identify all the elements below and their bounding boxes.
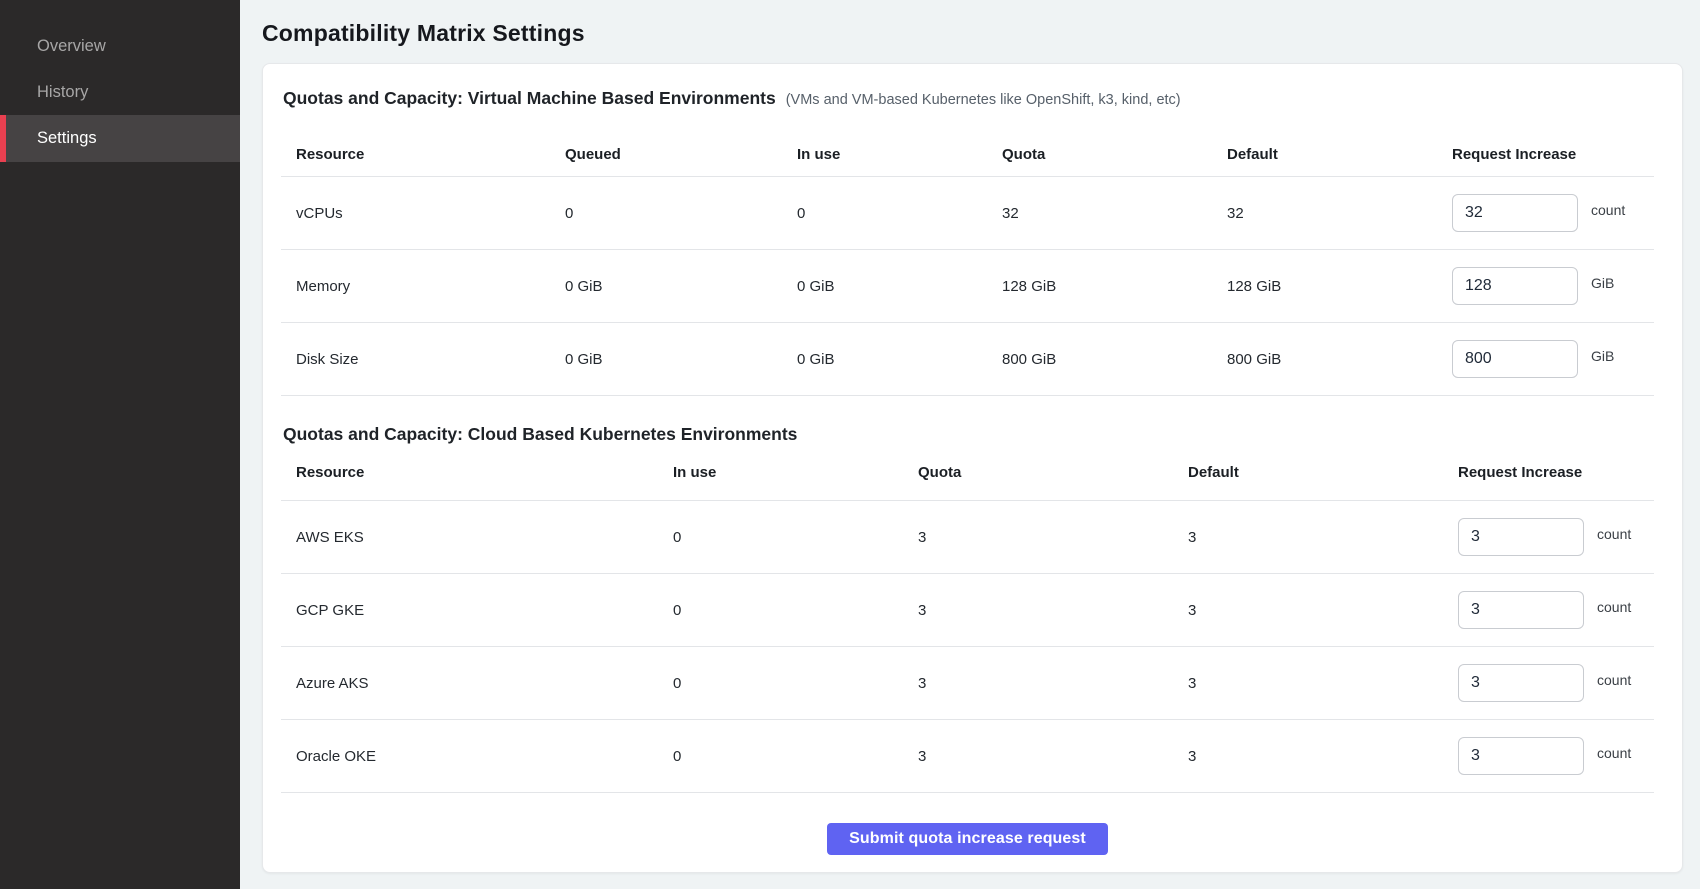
cell-resource: Azure AKS bbox=[281, 647, 658, 719]
column-header-default: Default bbox=[1173, 445, 1443, 500]
cell-queued: 0 GiB bbox=[550, 250, 782, 322]
sidebar-item-label: History bbox=[37, 83, 88, 102]
column-header-request-increase: Request Increase bbox=[1443, 445, 1654, 500]
section-subtitle: (VMs and VM-based Kubernetes like OpenSh… bbox=[786, 92, 1181, 108]
sidebar-item-label: Overview bbox=[37, 37, 106, 56]
cell-in-use: 0 bbox=[658, 647, 903, 719]
table-row-gcp-gke: GCP GKE 0 3 3 count bbox=[281, 574, 1654, 647]
sidebar-item-settings[interactable]: Settings bbox=[0, 115, 240, 162]
table-row-vcpus: vCPUs 0 0 32 32 count bbox=[281, 177, 1654, 250]
cell-resource: GCP GKE bbox=[281, 574, 658, 646]
cell-in-use: 0 bbox=[658, 720, 903, 792]
cell-in-use: 0 bbox=[782, 177, 987, 249]
table-row-disk-size: Disk Size 0 GiB 0 GiB 800 GiB 800 GiB Gi… bbox=[281, 323, 1654, 396]
cell-default: 3 bbox=[1173, 574, 1443, 646]
sidebar: Overview History Settings bbox=[0, 0, 240, 889]
request-increase-input-azure-aks[interactable] bbox=[1458, 664, 1584, 702]
main-content: Compatibility Matrix Settings Quotas and… bbox=[240, 0, 1700, 889]
column-header-quota: Quota bbox=[903, 445, 1173, 500]
section-title: Quotas and Capacity: Virtual Machine Bas… bbox=[283, 88, 776, 109]
table-header-row: Resource In use Quota Default Request In… bbox=[281, 445, 1654, 501]
column-header-request-increase: Request Increase bbox=[1437, 109, 1654, 176]
request-increase-input-memory[interactable] bbox=[1452, 267, 1578, 305]
cell-default: 3 bbox=[1173, 501, 1443, 573]
column-header-queued: Queued bbox=[550, 109, 782, 176]
request-increase-input-disk-size[interactable] bbox=[1452, 340, 1578, 378]
table-row-aws-eks: AWS EKS 0 3 3 count bbox=[281, 501, 1654, 574]
cell-default: 128 GiB bbox=[1212, 250, 1437, 322]
table-row-oracle-oke: Oracle OKE 0 3 3 count bbox=[281, 720, 1654, 793]
table-row-azure-aks: Azure AKS 0 3 3 count bbox=[281, 647, 1654, 720]
cell-queued: 0 bbox=[550, 177, 782, 249]
cell-resource: vCPUs bbox=[281, 177, 550, 249]
cell-quota: 3 bbox=[903, 501, 1173, 573]
section-cloud-kubernetes: Quotas and Capacity: Cloud Based Kuberne… bbox=[281, 424, 1654, 793]
request-increase-input-gcp-gke[interactable] bbox=[1458, 591, 1584, 629]
unit-label: count bbox=[1591, 202, 1625, 218]
request-increase-input-oracle-oke[interactable] bbox=[1458, 737, 1584, 775]
cell-resource: Oracle OKE bbox=[281, 720, 658, 792]
cell-default: 3 bbox=[1173, 720, 1443, 792]
column-header-default: Default bbox=[1212, 109, 1437, 176]
column-header-resource: Resource bbox=[281, 109, 550, 176]
sidebar-item-label: Settings bbox=[37, 129, 97, 148]
cell-resource: Memory bbox=[281, 250, 550, 322]
cell-queued: 0 GiB bbox=[550, 323, 782, 395]
cell-quota: 32 bbox=[987, 177, 1212, 249]
column-header-quota: Quota bbox=[987, 109, 1212, 176]
settings-card: Quotas and Capacity: Virtual Machine Bas… bbox=[262, 63, 1683, 873]
cell-quota: 800 GiB bbox=[987, 323, 1212, 395]
column-header-in-use: In use bbox=[782, 109, 987, 176]
unit-label: GiB bbox=[1591, 348, 1614, 364]
unit-label: count bbox=[1597, 599, 1631, 615]
cell-resource: AWS EKS bbox=[281, 501, 658, 573]
cell-quota: 3 bbox=[903, 720, 1173, 792]
cell-default: 32 bbox=[1212, 177, 1437, 249]
section-vm-environments: Quotas and Capacity: Virtual Machine Bas… bbox=[281, 88, 1654, 396]
unit-label: count bbox=[1597, 745, 1631, 761]
column-header-in-use: In use bbox=[658, 445, 903, 500]
cell-in-use: 0 GiB bbox=[782, 250, 987, 322]
request-increase-input-vcpus[interactable] bbox=[1452, 194, 1578, 232]
cell-in-use: 0 GiB bbox=[782, 323, 987, 395]
section-title: Quotas and Capacity: Cloud Based Kuberne… bbox=[283, 424, 797, 445]
submit-quota-increase-button[interactable]: Submit quota increase request bbox=[827, 823, 1108, 855]
cell-in-use: 0 bbox=[658, 574, 903, 646]
cell-quota: 3 bbox=[903, 574, 1173, 646]
cell-in-use: 0 bbox=[658, 501, 903, 573]
sidebar-item-history[interactable]: History bbox=[0, 69, 240, 115]
cell-quota: 3 bbox=[903, 647, 1173, 719]
page-title: Compatibility Matrix Settings bbox=[262, 20, 1683, 47]
cell-resource: Disk Size bbox=[281, 323, 550, 395]
request-increase-input-aws-eks[interactable] bbox=[1458, 518, 1584, 556]
cell-quota: 128 GiB bbox=[987, 250, 1212, 322]
sidebar-item-overview[interactable]: Overview bbox=[0, 23, 240, 69]
unit-label: count bbox=[1597, 672, 1631, 688]
column-header-resource: Resource bbox=[281, 445, 658, 500]
table-header-row: Resource Queued In use Quota Default Req… bbox=[281, 109, 1654, 177]
cell-default: 3 bbox=[1173, 647, 1443, 719]
cell-default: 800 GiB bbox=[1212, 323, 1437, 395]
unit-label: count bbox=[1597, 526, 1631, 542]
table-row-memory: Memory 0 GiB 0 GiB 128 GiB 128 GiB GiB bbox=[281, 250, 1654, 323]
unit-label: GiB bbox=[1591, 275, 1614, 291]
